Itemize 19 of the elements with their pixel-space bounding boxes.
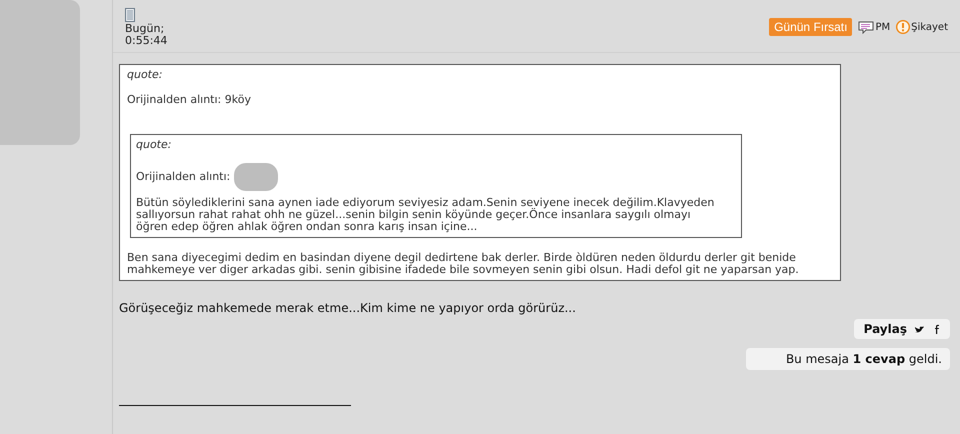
- quote-text: Bütün söylediklerini sana aynen iade ediyorum seviyesiz adam.Senin seviyene inecek değilim.Klavyeden sallıyorsun rahat rahat ohh ne güzel...senin bilgin senin köyünde geçer.Önce insanlara saygılı olmayı öğren edep öğren ahlak öğren ondan sonra karış insan içine...: [136, 197, 716, 233]
- quote-source: Orijinalden alıntı: 9köy: [127, 94, 252, 106]
- bird-icon: [915, 324, 926, 334]
- reply-count: Bu mesaja 1 cevap geldi.: [746, 348, 950, 370]
- warning-icon: [896, 20, 910, 34]
- post-time: 0:55:44: [125, 35, 168, 47]
- quote-label: quote:: [127, 69, 164, 81]
- facebook-icon: [934, 324, 940, 334]
- report-link[interactable]: Şikayet: [896, 20, 948, 34]
- share-button[interactable]: Paylaş: [854, 319, 950, 339]
- pm-link[interactable]: PM: [858, 20, 890, 34]
- document-icon: [125, 8, 135, 22]
- post-text: Görüşeceğiz mahkemede merak etme...Kim kime ne yapıyor orda görürüz...: [119, 301, 577, 315]
- redacted-block: [234, 163, 278, 191]
- message-icon: [858, 20, 874, 34]
- quote-source: Orijinalden alıntı:: [136, 171, 230, 183]
- quote-text: Ben sana diyecegimi dedim en basindan diyene degil dedirtene bak derler. Birde òldüren neden öldurdu derler git benide mahkemeye ver diger arkadas gibi. senin gibisine ifadede bile sovmeyen senin gibi olsun. Hadi defol git ne yaparsan yap.: [127, 252, 800, 276]
- quote-label: quote:: [136, 139, 172, 151]
- post-date: Bugün;: [125, 23, 166, 35]
